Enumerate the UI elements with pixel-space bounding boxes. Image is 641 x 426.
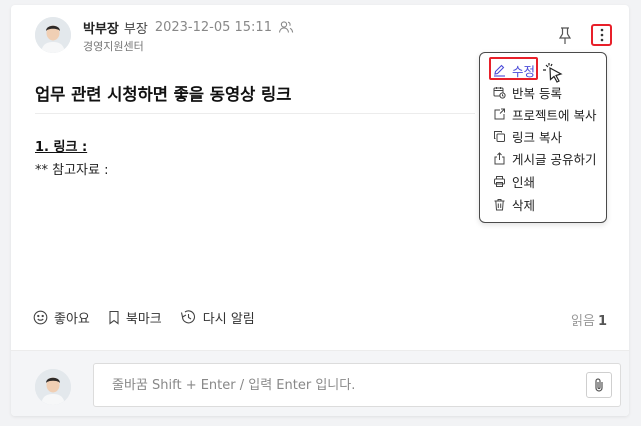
- menu-item-delete[interactable]: 삭제: [493, 194, 535, 214]
- commenter-avatar: [35, 369, 71, 405]
- like-label: 좋아요: [54, 311, 90, 327]
- pin-icon: [558, 27, 572, 44]
- menu-item-label: 수정: [512, 63, 536, 79]
- more-vertical-icon: [600, 28, 603, 42]
- post-body-reference: ** 참고자료 :: [35, 163, 109, 178]
- title-divider: [35, 113, 475, 114]
- author-name[interactable]: 박부장: [83, 18, 119, 37]
- read-label: 읽음: [571, 314, 595, 329]
- author-avatar[interactable]: [35, 17, 71, 53]
- menu-item-label: 게시글 공유하기: [512, 151, 597, 167]
- author-rank: 부장: [123, 21, 148, 37]
- smile-icon: [33, 310, 48, 324]
- pin-button[interactable]: [556, 25, 574, 47]
- like-button[interactable]: 좋아요: [33, 308, 90, 327]
- printer-icon: [494, 175, 505, 187]
- post-timestamp: 2023-12-05 15:11: [154, 19, 272, 35]
- remind-clock-icon: [180, 310, 195, 324]
- post-body-link-heading: 1. 링크 :: [35, 140, 88, 155]
- author-department: 경영지원센터: [83, 40, 144, 53]
- menu-item-label: 링크 복사: [512, 129, 562, 145]
- copy-to-project-icon: [494, 108, 505, 119]
- copy-icon: [494, 130, 505, 142]
- menu-item-label: 프로젝트에 복사: [512, 107, 597, 123]
- comment-input[interactable]: [93, 363, 621, 407]
- menu-item-share[interactable]: 게시글 공유하기: [493, 148, 596, 168]
- pencil-icon: [494, 64, 505, 77]
- menu-item-copy-link[interactable]: 링크 복사: [493, 126, 562, 146]
- bookmark-label: 북마크: [125, 311, 162, 327]
- bookmark-icon: [109, 310, 119, 325]
- menu-item-label: 삭제: [512, 197, 536, 213]
- attach-file-button[interactable]: [586, 372, 612, 398]
- pointer-cursor-icon: [541, 62, 567, 88]
- author-line: 박부장 부장 2023-12-05 15:11: [83, 18, 294, 37]
- read-count-value: 1: [597, 314, 607, 329]
- post-title: 업무 관련 시청하면 좋을 동영상 링크: [35, 85, 292, 104]
- menu-item-copy-to-project[interactable]: 프로젝트에 복사: [493, 104, 596, 124]
- post-actions: 좋아요 북마크 다시 알림: [33, 307, 273, 327]
- remind-button[interactable]: 다시 알림: [180, 308, 255, 327]
- more-options-button[interactable]: [591, 24, 612, 46]
- menu-item-print[interactable]: 인쇄: [493, 171, 535, 191]
- menu-item-edit[interactable]: 수정: [493, 60, 535, 80]
- trash-icon: [494, 198, 505, 210]
- read-count[interactable]: 읽음 1: [571, 310, 607, 329]
- paperclip-icon: [595, 378, 603, 392]
- menu-item-label: 인쇄: [512, 174, 536, 190]
- remind-label: 다시 알림: [202, 311, 255, 327]
- repeat-calendar-icon: [493, 86, 506, 99]
- bookmark-button[interactable]: 북마크: [108, 308, 162, 327]
- share-icon: [494, 151, 505, 164]
- people-icon[interactable]: [278, 20, 294, 34]
